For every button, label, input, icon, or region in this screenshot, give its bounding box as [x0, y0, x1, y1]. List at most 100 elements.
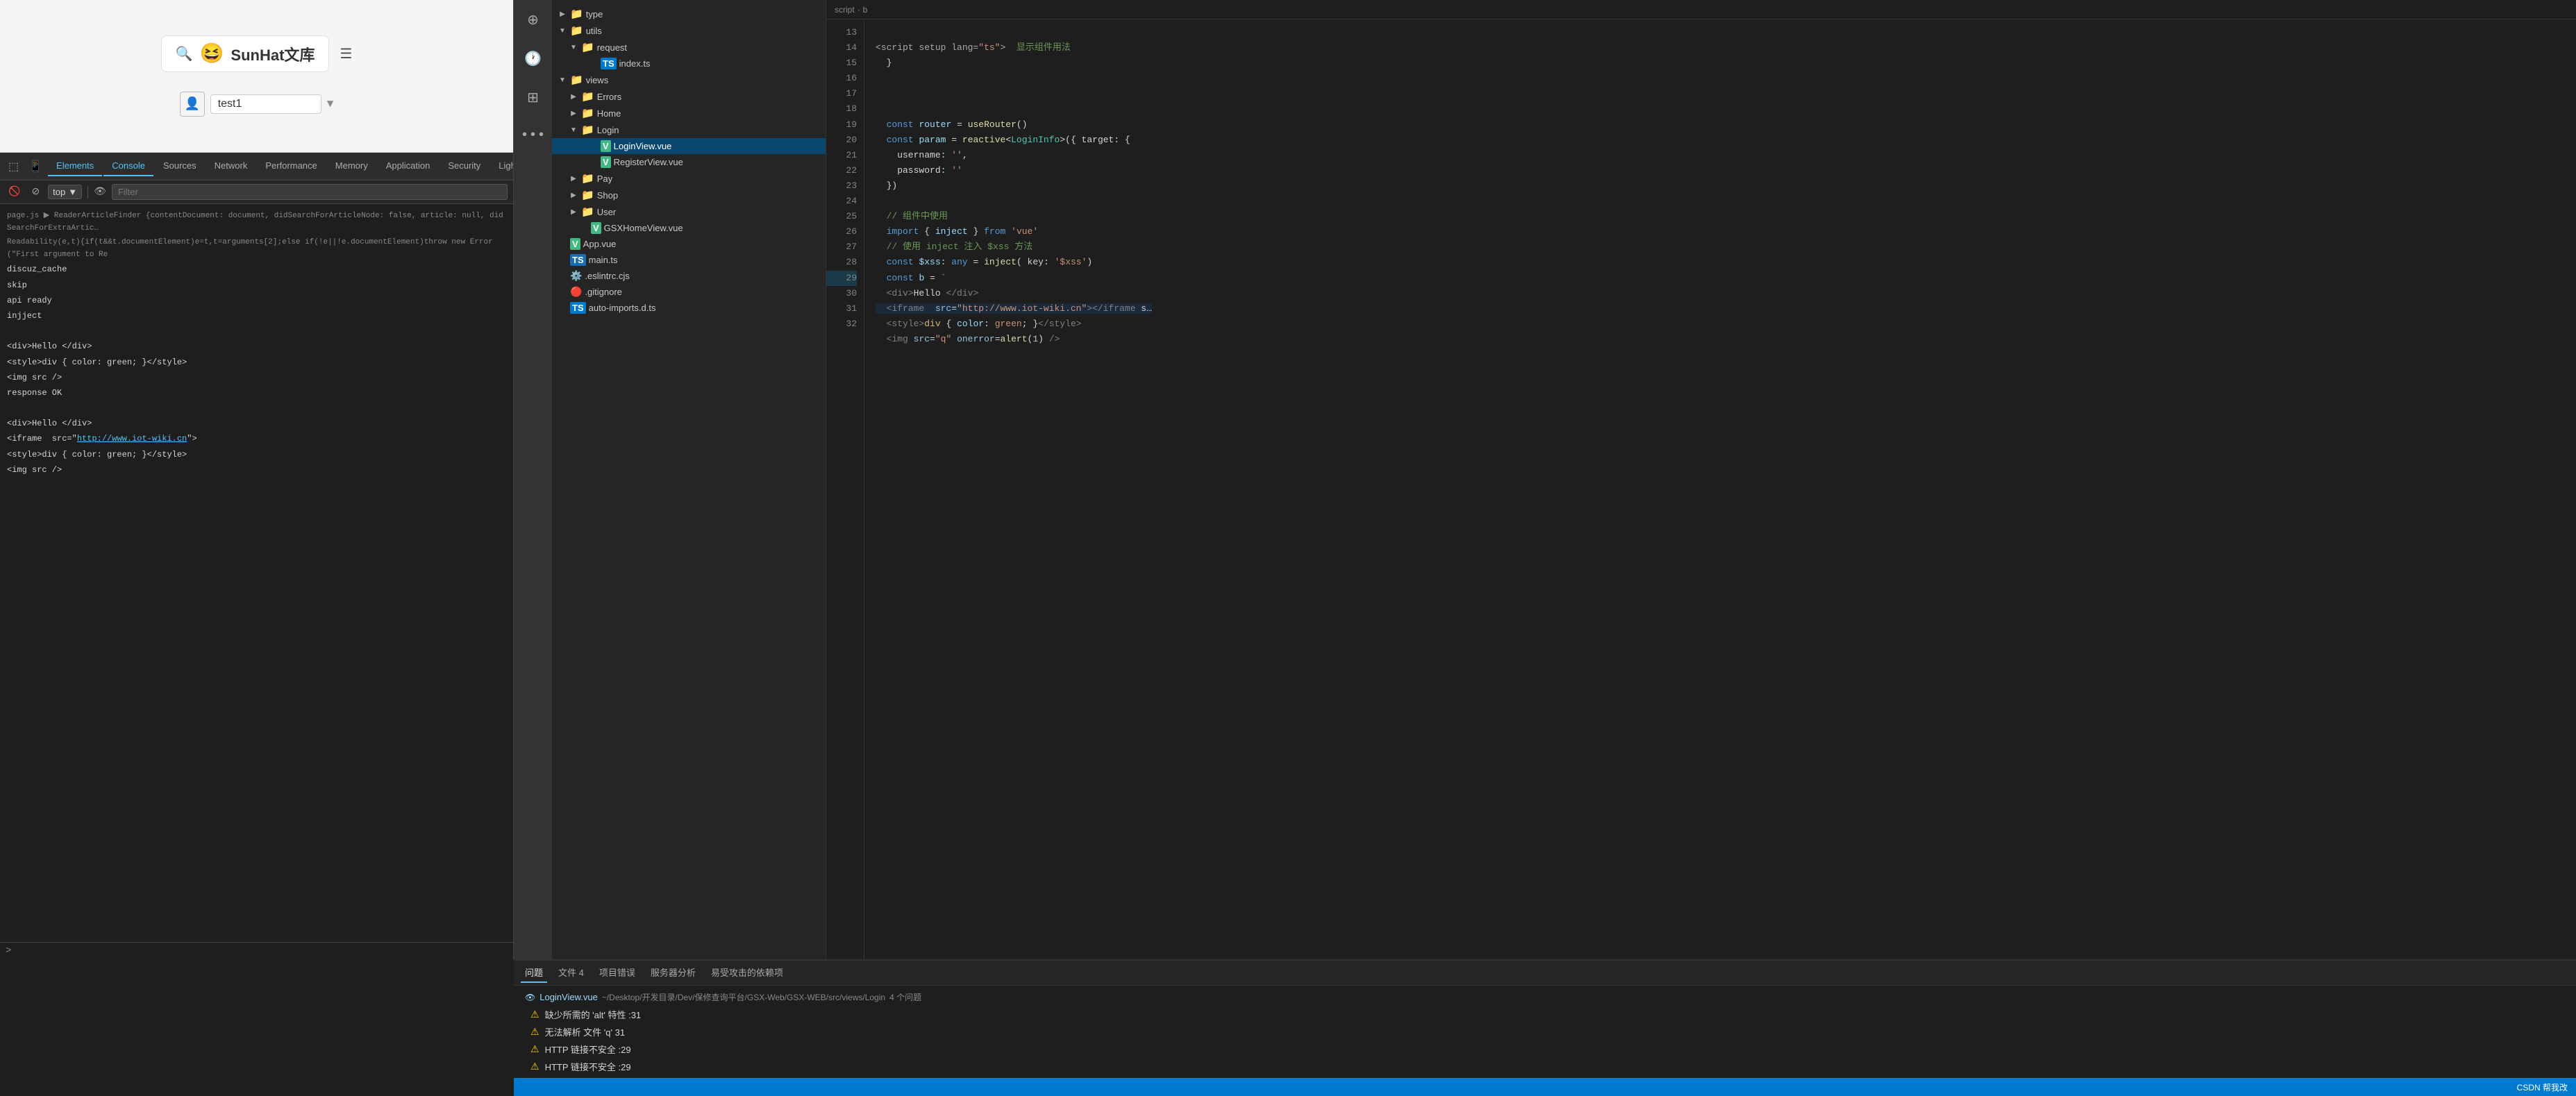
- file-tree: ▶ 📁 type ▼ 📁 utils ▼ 📁 request: [552, 0, 826, 959]
- issue-text: HTTP 链接不安全 :29: [545, 1043, 631, 1056]
- console-line: [7, 401, 506, 416]
- console-line: response OK: [7, 386, 506, 401]
- file-item-auto-imports[interactable]: TS auto-imports.d.ts: [552, 300, 826, 316]
- code-editor-panel: script · b 13 14 15 16 17 18 19 20 21 22…: [826, 0, 2576, 959]
- issues-tab-server-analysis[interactable]: 服务器分析: [646, 963, 700, 983]
- file-item-eslintrc[interactable]: ⚙️ .eslintrc.cjs: [552, 268, 826, 284]
- console-line: injject: [7, 309, 506, 324]
- tab-console[interactable]: Console: [103, 156, 153, 176]
- tab-elements[interactable]: Elements: [48, 156, 102, 176]
- file-item-request[interactable]: ▼ 📁 request: [552, 39, 826, 56]
- inspect-icon[interactable]: ⬚: [4, 157, 23, 176]
- issues-tabs: 问题 文件 4 项目错误 服务器分析 易受攻击的依赖项: [514, 961, 2576, 986]
- folder-icon: 📁: [581, 41, 594, 53]
- issue-item-4: ⚠ HTTP 链接不安全 :29: [514, 1058, 2576, 1075]
- device-icon[interactable]: 📱: [24, 157, 47, 176]
- vue-icon: V: [570, 238, 580, 250]
- issues-bottom-panel: 问题 文件 4 项目错误 服务器分析 易受攻击的依赖项 👁 LoginView.…: [514, 959, 2576, 1096]
- clear-console-icon[interactable]: 🚫: [6, 185, 23, 199]
- ts-icon: TS: [570, 302, 586, 314]
- arrow-icon: ▶: [569, 93, 578, 101]
- file-item-type[interactable]: ▶ 📁 type: [552, 6, 826, 22]
- file-item-gsxhomeview[interactable]: V GSXHomeView.vue: [552, 220, 826, 236]
- arrow-icon: ▶: [569, 192, 578, 199]
- stop-icon[interactable]: ⊘: [28, 185, 42, 199]
- eye-icon[interactable]: 👁: [94, 186, 106, 198]
- file-item-user[interactable]: ▶ 📁 User: [552, 203, 826, 220]
- file-name: index.ts: [619, 58, 651, 69]
- file-name: User: [597, 207, 616, 217]
- file-item-login[interactable]: ▼ 📁 Login: [552, 121, 826, 138]
- file-item-index-ts[interactable]: TS index.ts: [552, 56, 826, 71]
- tab-lighthouse[interactable]: Lighthouse: [490, 156, 513, 176]
- arrow-icon: ▶: [569, 110, 578, 117]
- tab-memory[interactable]: Memory: [327, 156, 376, 176]
- file-item-errors[interactable]: ▶ 📁 Errors: [552, 88, 826, 105]
- file-name: main.ts: [589, 255, 618, 265]
- console-output: page.js ▶ ReaderArticleFinder {contentDo…: [0, 204, 513, 942]
- code-editor-area: 13 14 15 16 17 18 19 20 21 22 23 24 25 2…: [826, 19, 2576, 959]
- middle-right-top: ⊕ 🕐 ⊞ ••• ▶ 📁 type ▼ 📁 utils: [514, 0, 2576, 959]
- file-name: request: [597, 42, 627, 53]
- issue-item-2: ⚠ 无法解析 文件 'q' 31: [514, 1023, 2576, 1040]
- file-name: Home: [597, 108, 621, 119]
- issues-tab-vulnerable-deps[interactable]: 易受攻击的依赖项: [707, 963, 787, 983]
- file-item-shop[interactable]: ▶ 📁 Shop: [552, 187, 826, 203]
- status-bar: CSDN 帮我改: [514, 1078, 2576, 1096]
- file-name: .eslintrc.cjs: [585, 271, 629, 281]
- devtools-panel: ⬚ 📱 Elements Console Sources Network Per…: [0, 153, 513, 959]
- folder-icon: 📁: [570, 24, 583, 37]
- tab-network[interactable]: Network: [206, 156, 256, 176]
- file-item-appvue[interactable]: V App.vue: [552, 236, 826, 252]
- file-item-pay[interactable]: ▶ 📁 Pay: [552, 170, 826, 187]
- file-name: Shop: [597, 190, 618, 201]
- file-name: .gitignore: [585, 287, 621, 297]
- file-item-home[interactable]: ▶ 📁 Home: [552, 105, 826, 121]
- arrow-icon: ▼: [558, 76, 567, 84]
- console-line: <img src />: [7, 463, 506, 478]
- console-filter-input[interactable]: [112, 184, 508, 200]
- vue-icon: V: [591, 222, 601, 234]
- console-line: <style>div { color: green; }</style>: [7, 355, 506, 371]
- issues-tab-files[interactable]: 文件 4: [554, 963, 588, 983]
- target-icon[interactable]: ⊕: [523, 7, 543, 33]
- issue-count: 4 个问题: [889, 991, 921, 1003]
- file-item-utils[interactable]: ▼ 📁 utils: [552, 22, 826, 39]
- line-numbers: 13 14 15 16 17 18 19 20 21 22 23 24 25 2…: [826, 19, 864, 959]
- issue-file-name: LoginView.vue: [540, 992, 598, 1002]
- avatar-icon: 👤: [180, 92, 205, 117]
- grid-icon[interactable]: ⊞: [523, 85, 543, 111]
- file-item-loginview-vue[interactable]: V LoginView.vue: [552, 138, 826, 154]
- arrow-icon: ▶: [569, 208, 578, 216]
- issue-text: HTTP 链接不安全 :29: [545, 1060, 631, 1073]
- dropdown-arrow: ▼: [327, 98, 334, 110]
- tab-application[interactable]: Application: [378, 156, 439, 176]
- file-item-views[interactable]: ▼ 📁 views: [552, 71, 826, 88]
- site-title: SunHat文库: [231, 43, 315, 65]
- login-username-input[interactable]: [210, 94, 321, 114]
- code-content: <script setup lang="ts"> 显示组件用法 } const …: [864, 19, 2576, 959]
- console-input[interactable]: [15, 946, 508, 956]
- issue-item-1: ⚠ 缺少所需的 'alt' 特性 :31: [514, 1006, 2576, 1023]
- file-item-maints[interactable]: TS main.ts: [552, 252, 826, 268]
- tab-security[interactable]: Security: [440, 156, 489, 176]
- file-item-registerview-vue[interactable]: V RegisterView.vue: [552, 154, 826, 170]
- menu-icon[interactable]: ☰: [340, 45, 352, 63]
- file-tree-panel: ▶ 📁 type ▼ 📁 utils ▼ 📁 request: [552, 0, 826, 959]
- editor-breadcrumb: script · b: [826, 0, 2576, 19]
- browser-logo-area: 🔍 😆 SunHat文库: [161, 35, 330, 72]
- issues-tab-problems[interactable]: 问题: [521, 963, 547, 983]
- context-dropdown[interactable]: top ▼: [48, 185, 82, 199]
- more-icon[interactable]: •••: [516, 124, 549, 148]
- tab-sources[interactable]: Sources: [155, 156, 205, 176]
- tab-performance[interactable]: Performance: [257, 156, 325, 176]
- status-csdn: CSDN 帮我改: [2517, 1081, 2568, 1093]
- dropdown-label: top: [53, 187, 65, 197]
- left-panel: 🔍 😆 SunHat文库 ☰ 👤 ▼ ⬚ 📱 Elements Console …: [0, 0, 514, 959]
- issues-tab-project-errors[interactable]: 项目错误: [595, 963, 639, 983]
- folder-icon: 📁: [581, 172, 594, 185]
- file-item-gitignore[interactable]: 🔴 .gitignore: [552, 284, 826, 300]
- issue-text: 缺少所需的 'alt' 特性 :31: [545, 1008, 642, 1021]
- history-icon[interactable]: 🕐: [520, 46, 546, 72]
- folder-icon: 📁: [570, 74, 583, 86]
